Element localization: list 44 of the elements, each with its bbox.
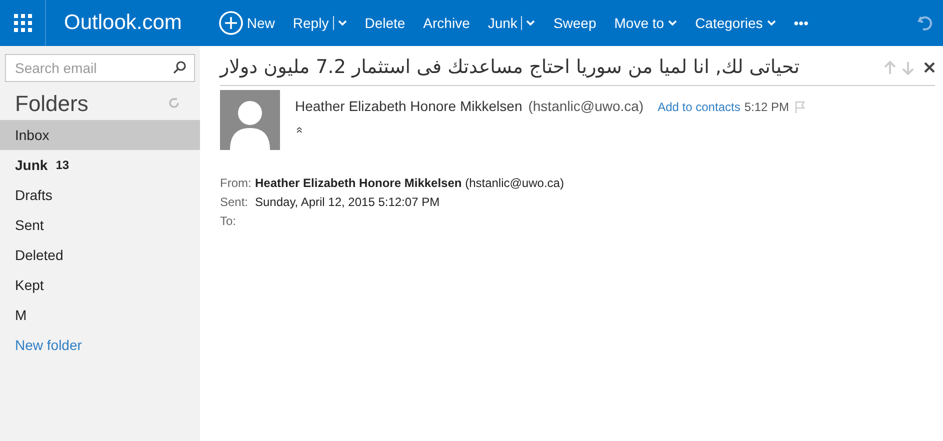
- sender-name: Heather Elizabeth Honore Mikkelsen: [295, 97, 522, 116]
- message-time: 5:12 PM: [744, 98, 790, 116]
- sender-email: (hstanlic@uwo.ca): [528, 97, 644, 116]
- field-value: Heather Elizabeth Honore Mikkelsen (hstanlic@uwo.ca): [255, 174, 564, 192]
- new-button[interactable]: New: [210, 0, 284, 46]
- folders-heading[interactable]: Folders: [15, 86, 168, 120]
- arrow-up-icon[interactable]: [884, 60, 896, 74]
- caret-icon: [668, 20, 678, 26]
- avatar-icon: [220, 90, 280, 150]
- arrow-down-icon[interactable]: [902, 60, 914, 74]
- expand-details-toggle[interactable]: »: [289, 126, 308, 134]
- field-label: Sent:: [220, 194, 250, 210]
- add-to-contacts-link[interactable]: Add to contacts: [658, 98, 740, 116]
- toolbar-button[interactable]: Delete: [356, 0, 414, 46]
- toolbar-button[interactable]: •••: [784, 0, 818, 46]
- field-label: From:: [220, 174, 252, 192]
- toolbar-button[interactable]: Archive: [414, 0, 479, 46]
- toolbar-button[interactable]: Sweep: [544, 0, 606, 46]
- close-icon[interactable]: [924, 62, 935, 73]
- search-field[interactable]: Search email: [5, 54, 195, 82]
- refresh-icon[interactable]: [168, 97, 180, 109]
- folder-item[interactable]: Kept: [0, 270, 200, 300]
- folder-item[interactable]: M: [0, 300, 200, 330]
- field-value: Sunday, April 12, 2015 5:12:07 PM: [255, 194, 440, 210]
- folder-item[interactable]: Sent: [0, 210, 200, 240]
- caret-icon: [526, 20, 536, 26]
- split-button[interactable]: Junk: [478, 0, 544, 46]
- menu-button[interactable]: Move to: [605, 0, 686, 46]
- split-button[interactable]: Reply: [284, 0, 356, 46]
- caret-icon: [338, 20, 347, 26]
- new-folder-link[interactable]: New folder: [0, 330, 200, 360]
- undo-icon[interactable]: [917, 15, 933, 31]
- folder-item[interactable]: Junk 13: [0, 150, 200, 180]
- folder-item[interactable]: Inbox: [0, 120, 200, 150]
- caret-icon: [766, 20, 776, 26]
- folder-item[interactable]: Deleted: [0, 240, 200, 270]
- folder-item[interactable]: Drafts: [0, 180, 200, 210]
- email-subject: تحياتى لك, انا لميا من سوريا احتاج مساعدتك فى استثمار 7.2 مليون دولار: [220, 55, 800, 80]
- menu-button[interactable]: Categories: [686, 0, 785, 46]
- app-title[interactable]: Outlook.com: [64, 7, 182, 39]
- field-label: To:: [220, 212, 238, 230]
- flag-icon[interactable]: [795, 100, 806, 112]
- plus-icon: [218, 11, 243, 35]
- search-icon[interactable]: [173, 61, 186, 74]
